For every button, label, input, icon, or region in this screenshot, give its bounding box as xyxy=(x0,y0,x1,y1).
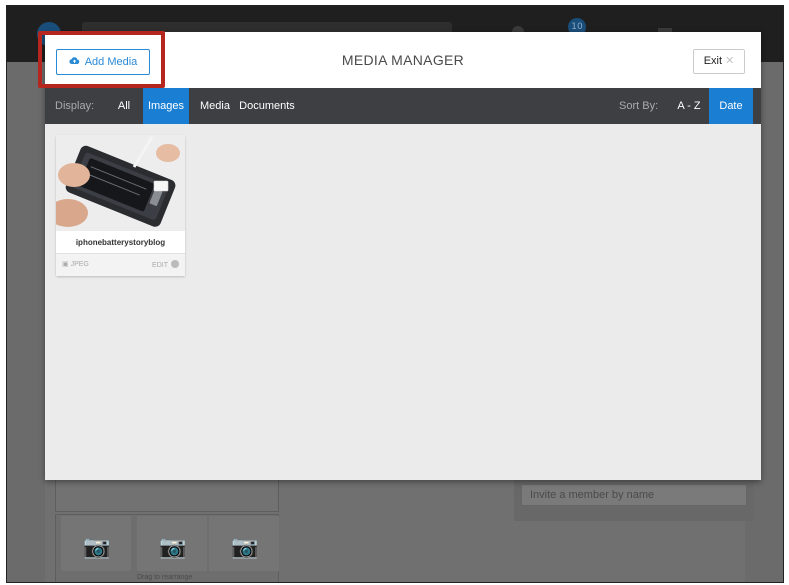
screenshot-frame: 10 Invite a member by name 📷 📷 📷 Drag to… xyxy=(6,5,784,583)
edit-label: EDIT xyxy=(152,262,168,269)
media-thumbnail xyxy=(56,135,185,231)
gear-icon xyxy=(171,260,179,268)
media-item-footer: ▣ JPEG EDIT xyxy=(56,253,185,276)
modal-title: MEDIA MANAGER xyxy=(341,52,465,68)
media-item-type: ▣ JPEG xyxy=(62,260,89,268)
filter-media[interactable]: Media xyxy=(199,88,231,124)
add-photo-slot: 📷 xyxy=(61,516,131,571)
sort-a-z[interactable]: A - Z xyxy=(671,88,707,124)
display-label: Display: xyxy=(55,100,95,112)
filter-all[interactable]: All xyxy=(111,88,137,124)
drag-hint: Drag to rearrange xyxy=(137,574,193,581)
exit-label: Exit xyxy=(703,55,723,67)
media-grid: iphonebatterystoryblog ▣ JPEG EDIT xyxy=(45,124,761,480)
camera-icon: 📷 xyxy=(231,534,259,559)
modal-header: Add Media MEDIA MANAGER Exit ✕ xyxy=(38,31,761,88)
media-manager-modal: Add Media MEDIA MANAGER Exit ✕ Display: A… xyxy=(38,31,761,480)
sort-label: Sort By: xyxy=(619,100,659,112)
add-photo-slot: 📷 xyxy=(137,516,207,571)
add-photo-slot: 📷 xyxy=(209,516,279,571)
sort-date[interactable]: Date xyxy=(709,88,753,124)
invite-member-input: Invite a member by name xyxy=(521,484,747,506)
background-card xyxy=(55,476,279,512)
media-item[interactable]: iphonebatterystoryblog ▣ JPEG EDIT xyxy=(56,135,185,276)
filter-toolbar: Display: All Images Media Documents Sort… xyxy=(45,88,761,124)
camera-icon: 📷 xyxy=(83,534,111,559)
close-icon: ✕ xyxy=(725,55,735,67)
image-file-icon: ▣ xyxy=(62,261,69,268)
media-item-type-label: JPEG xyxy=(70,261,89,268)
exit-button[interactable]: Exit ✕ xyxy=(693,49,745,74)
edit-media-button[interactable]: EDIT xyxy=(152,260,179,269)
camera-icon: 📷 xyxy=(159,534,187,559)
filter-documents[interactable]: Documents xyxy=(239,88,295,124)
media-item-name: iphonebatterystoryblog xyxy=(75,238,166,247)
filter-images[interactable]: Images xyxy=(143,88,189,124)
